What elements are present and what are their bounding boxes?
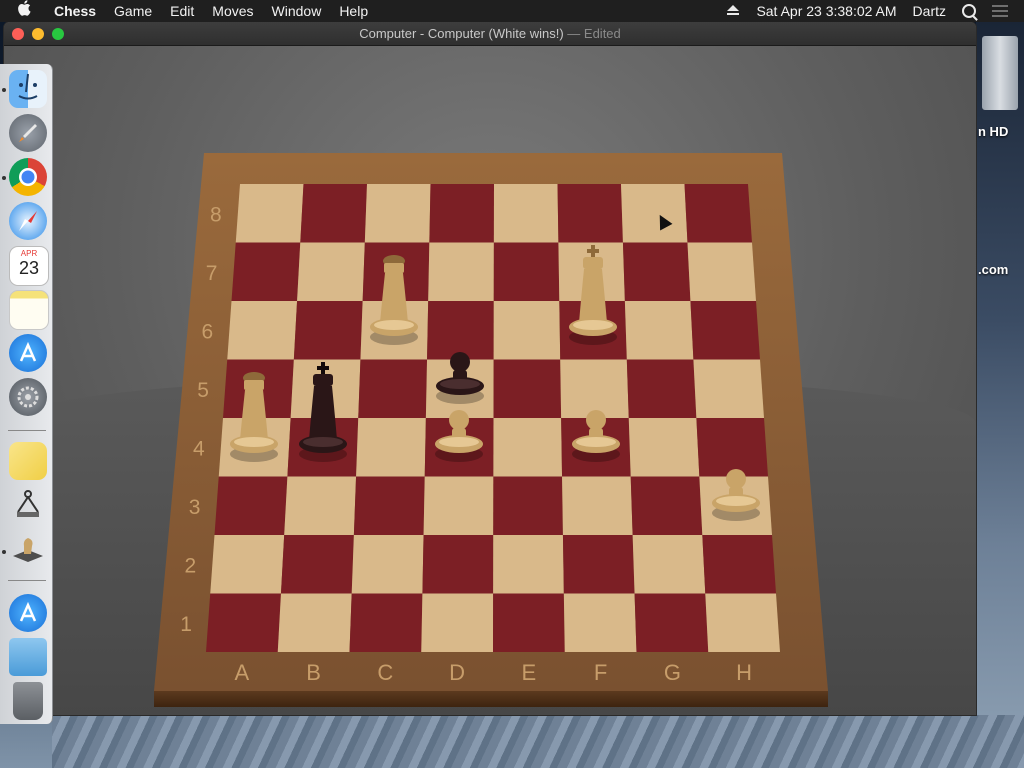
running-indicator bbox=[2, 176, 6, 180]
calendar-icon[interactable]: APR 23 bbox=[9, 246, 49, 286]
desktop-background-bottom bbox=[52, 715, 1024, 768]
notification-center-icon[interactable] bbox=[992, 5, 1008, 17]
menu-app-chess[interactable]: Chess bbox=[54, 0, 96, 22]
window-title: Computer - Computer (White wins!) — Edit… bbox=[4, 26, 976, 41]
launchpad-icon[interactable] bbox=[9, 114, 47, 152]
white-queen-c6[interactable] bbox=[364, 241, 424, 351]
white-pawn-f4[interactable] bbox=[566, 358, 626, 468]
white-queen-a4[interactable] bbox=[224, 358, 284, 468]
chess-scene[interactable]: ABCDEFGH12345678 bbox=[4, 46, 976, 715]
hard-drive-icon[interactable] bbox=[982, 36, 1018, 110]
folder-icon[interactable] bbox=[9, 638, 47, 676]
white-pawn-h3[interactable] bbox=[706, 417, 766, 527]
calendar-month: APR bbox=[20, 249, 38, 258]
chess-icon[interactable] bbox=[9, 530, 47, 568]
apple-menu-icon[interactable] bbox=[18, 0, 38, 23]
desktop-background-right: n HD .com bbox=[976, 22, 1024, 768]
safari-icon[interactable] bbox=[9, 202, 47, 240]
menu-window[interactable]: Window bbox=[272, 0, 322, 22]
eject-icon[interactable] bbox=[726, 3, 740, 19]
scanner-icon[interactable] bbox=[9, 486, 47, 524]
menu-game[interactable]: Game bbox=[114, 0, 152, 22]
user-name[interactable]: Dartz bbox=[913, 3, 946, 19]
dock: APR 23 bbox=[0, 64, 53, 724]
window-title-edited: — Edited bbox=[567, 26, 621, 41]
piece-layer[interactable] bbox=[4, 46, 976, 715]
chess-window: Computer - Computer (White wins!) — Edit… bbox=[4, 22, 976, 715]
window-title-main: Computer - Computer (White wins!) bbox=[359, 26, 564, 41]
chess-board[interactable]: ABCDEFGH12345678 bbox=[4, 46, 976, 715]
desktop-label-com: .com bbox=[978, 262, 1009, 277]
menu-edit[interactable]: Edit bbox=[170, 0, 194, 22]
app-store-downloads-icon[interactable] bbox=[9, 594, 47, 632]
stickies-icon[interactable] bbox=[9, 442, 47, 480]
running-indicator bbox=[2, 88, 6, 92]
trash-icon[interactable] bbox=[13, 682, 43, 720]
window-titlebar[interactable]: Computer - Computer (White wins!) — Edit… bbox=[4, 22, 976, 46]
running-indicator bbox=[2, 550, 6, 554]
menu-bar: Chess Game Edit Moves Window Help Sat Ap… bbox=[0, 0, 1024, 22]
calendar-day: 23 bbox=[18, 258, 40, 278]
system-preferences-icon[interactable] bbox=[9, 378, 47, 416]
menu-moves[interactable]: Moves bbox=[212, 0, 253, 22]
desktop-label-hd: n HD bbox=[978, 124, 1009, 139]
clock-datetime[interactable]: Sat Apr 23 3:38:02 AM bbox=[756, 3, 896, 19]
spotlight-search-icon[interactable] bbox=[962, 4, 976, 18]
finder-icon[interactable] bbox=[9, 70, 47, 108]
dock-separator bbox=[8, 580, 46, 581]
white-king-f6[interactable] bbox=[563, 241, 623, 351]
app-store-icon[interactable] bbox=[9, 334, 47, 372]
notes-icon[interactable] bbox=[9, 290, 49, 330]
dock-separator bbox=[8, 430, 46, 431]
menu-help[interactable]: Help bbox=[339, 0, 368, 22]
black-king-b4[interactable] bbox=[293, 358, 353, 468]
white-pawn-d4[interactable] bbox=[429, 358, 489, 468]
chrome-icon[interactable] bbox=[9, 158, 47, 196]
